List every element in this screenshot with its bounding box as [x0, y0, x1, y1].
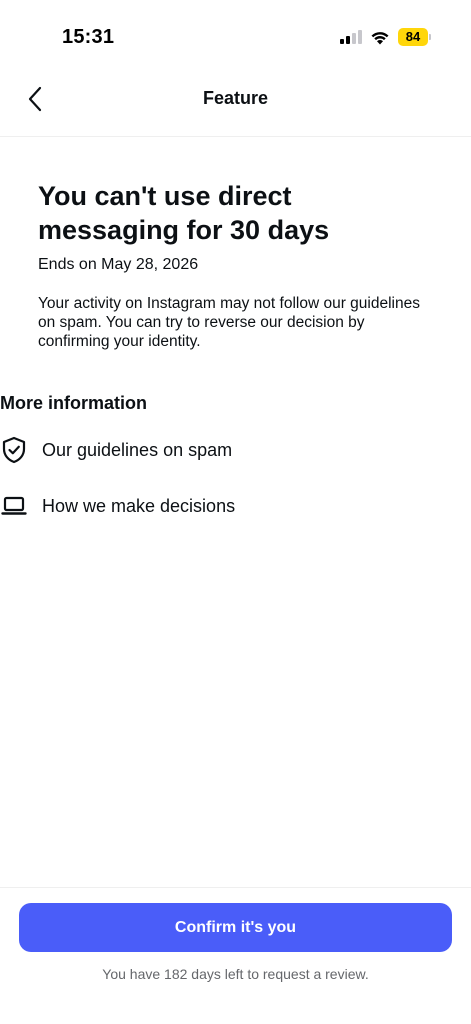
footer-divider [0, 887, 471, 888]
guidelines-on-spam-label: Our guidelines on spam [42, 439, 233, 460]
cellular-signal-icon [340, 30, 362, 44]
status-time: 15:31 [62, 26, 115, 48]
laptop-icon [0, 492, 28, 520]
battery-indicator: 84 [398, 28, 431, 46]
restriction-description: Your activity on Instagram may not follo… [38, 295, 420, 350]
battery-cap [429, 34, 431, 40]
guidelines-on-spam-link[interactable]: Our guidelines on spam [0, 430, 471, 470]
restriction-headline: You can't use direct messaging for 30 da… [38, 181, 330, 245]
status-icons: 84 [340, 28, 431, 46]
status-bar: 15:31 84 [0, 0, 471, 70]
battery-level: 84 [398, 28, 428, 46]
page-title: Feature [202, 88, 269, 108]
how-we-make-decisions-link[interactable]: How we make decisions [0, 486, 471, 526]
how-we-make-decisions-label: How we make decisions [42, 495, 236, 516]
nav-header: Feature [0, 70, 471, 137]
shield-check-icon [0, 436, 28, 464]
wifi-icon [371, 31, 389, 44]
confirm-identity-button[interactable]: Confirm it's you [19, 903, 452, 952]
more-info-heading: More information [0, 393, 147, 413]
review-deadline-note: You have 182 days left to request a revi… [102, 966, 369, 982]
restriction-end-date: Ends on May 28, 2026 [38, 256, 199, 273]
